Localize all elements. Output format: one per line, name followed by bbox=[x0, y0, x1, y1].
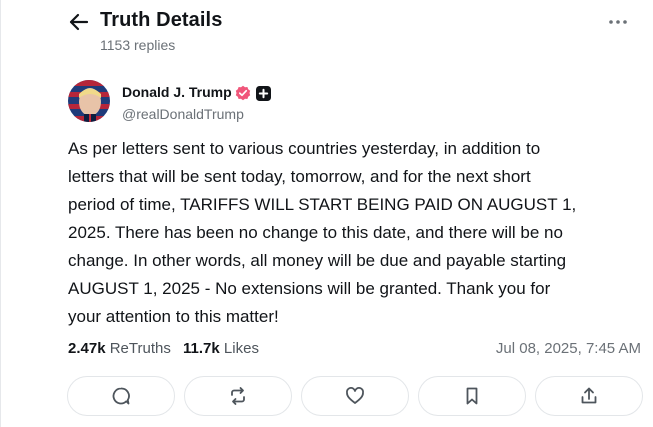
retruths-count: 2.47k bbox=[68, 340, 106, 357]
share-icon bbox=[581, 387, 597, 404]
author-name[interactable]: Donald J. Trump bbox=[122, 84, 232, 100]
back-button[interactable] bbox=[67, 11, 91, 33]
reply-count: 1153 replies bbox=[100, 37, 176, 53]
avatar-image bbox=[68, 80, 110, 122]
like-button[interactable] bbox=[301, 376, 409, 416]
truth-details-page: Truth Details 1153 replies Donald J. Tru… bbox=[0, 0, 653, 427]
post-timestamp: Jul 08, 2025, 7:45 AM bbox=[495, 340, 641, 357]
reply-button[interactable] bbox=[67, 376, 175, 416]
like-icon bbox=[346, 387, 364, 404]
avatar[interactable] bbox=[68, 80, 110, 122]
plus-badge-icon bbox=[256, 86, 271, 101]
likes-stat[interactable]: 11.7k Likes bbox=[183, 340, 259, 357]
retruths-stat[interactable]: 2.47k ReTruths bbox=[68, 340, 171, 357]
post-stats: 2.47k ReTruths 11.7k Likes bbox=[68, 340, 267, 357]
action-bar bbox=[67, 376, 644, 418]
author-handle[interactable]: @realDonaldTrump bbox=[122, 106, 244, 122]
reply-icon bbox=[112, 387, 130, 405]
likes-count: 11.7k bbox=[183, 340, 220, 357]
more-options-button[interactable] bbox=[605, 12, 631, 32]
bookmark-icon bbox=[466, 387, 478, 405]
post-body: As per letters sent to various countries… bbox=[68, 139, 577, 326]
likes-label: Likes bbox=[223, 340, 259, 357]
retruths-label: ReTruths bbox=[109, 340, 171, 357]
more-horizontal-icon bbox=[609, 20, 627, 24]
arrow-left-icon bbox=[69, 13, 89, 31]
page-title: Truth Details bbox=[100, 9, 223, 31]
page-header: Truth Details 1153 replies bbox=[1, 0, 653, 60]
verified-badge-icon bbox=[235, 85, 251, 101]
retruth-button[interactable] bbox=[184, 376, 292, 416]
bookmark-button[interactable] bbox=[418, 376, 526, 416]
retruth-icon bbox=[231, 387, 245, 405]
share-button[interactable] bbox=[535, 376, 643, 416]
